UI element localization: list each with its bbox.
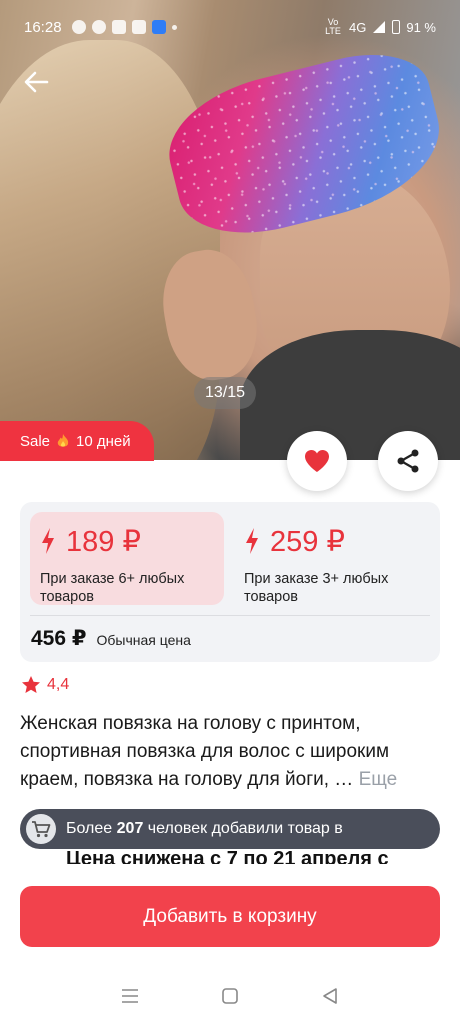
price-tier-bulk-6[interactable]: 189 ₽ При заказе 6+ любых товаров bbox=[30, 512, 224, 605]
status-time: 16:28 bbox=[24, 18, 62, 36]
social-proof-count: 207 bbox=[116, 820, 144, 837]
add-to-cart-button[interactable]: Добавить в корзину bbox=[20, 886, 440, 947]
product-page: 16:28 Vo LTE 4G 91 % 13/15 Sale 10 дней … bbox=[0, 0, 460, 1024]
favorite-button[interactable] bbox=[287, 431, 347, 491]
lightning-icon bbox=[246, 528, 258, 554]
social-proof-suffix: человек добавили товар в bbox=[147, 820, 343, 837]
more-link[interactable]: Еще bbox=[359, 769, 398, 790]
tier-condition: При заказе 3+ любых товаров bbox=[244, 571, 389, 605]
tier-price: 259 ₽ bbox=[244, 524, 432, 558]
signal-icon bbox=[373, 21, 386, 33]
product-title: Женская повязка на голову с принтом, спо… bbox=[20, 710, 444, 794]
sale-badge: Sale 10 дней bbox=[0, 421, 154, 461]
triangle-back-icon bbox=[323, 988, 337, 1004]
nav-back-button[interactable] bbox=[315, 981, 345, 1011]
app-icon bbox=[131, 20, 146, 34]
status-bar: 16:28 Vo LTE 4G 91 % bbox=[0, 0, 460, 54]
shield-icon bbox=[151, 20, 166, 34]
home-square-icon bbox=[222, 988, 238, 1004]
sale-label: Sale bbox=[20, 432, 51, 450]
price-card: 189 ₽ При заказе 6+ любых товаров 259 ₽ … bbox=[20, 502, 440, 662]
price-divider bbox=[30, 615, 430, 616]
cart-icon-wrap bbox=[26, 814, 56, 844]
dot-icon bbox=[171, 24, 177, 30]
sale-days: 10 дней bbox=[76, 432, 131, 450]
regular-price: 456 ₽ Обычная цена bbox=[31, 626, 191, 651]
arrow-left-icon bbox=[24, 71, 49, 93]
fire-icon bbox=[57, 434, 69, 447]
status-right: Vo LTE 4G 91 % bbox=[323, 18, 436, 36]
tier-price-value: 189 ₽ bbox=[66, 525, 141, 558]
product-title-text: Женская повязка на голову с принтом, спо… bbox=[20, 713, 390, 790]
nav-home-button[interactable] bbox=[215, 981, 245, 1011]
volte-indicator: Vo LTE bbox=[325, 17, 341, 36]
battery-icon bbox=[392, 20, 401, 34]
nav-menu-button[interactable] bbox=[115, 981, 145, 1011]
rating-value: 4,4 bbox=[47, 675, 70, 693]
tier-price-value: 259 ₽ bbox=[270, 525, 345, 558]
app-icon bbox=[111, 20, 126, 34]
star-icon bbox=[22, 676, 40, 693]
menu-icon bbox=[122, 989, 138, 1003]
battery-level: 91 % bbox=[406, 19, 436, 35]
notification-icons bbox=[71, 20, 177, 34]
heart-icon bbox=[305, 450, 329, 472]
app-icon bbox=[91, 20, 106, 34]
price-tier-bulk-3[interactable]: 259 ₽ При заказе 3+ любых товаров bbox=[234, 512, 432, 606]
product-rating[interactable]: 4,4 bbox=[21, 675, 69, 694]
social-proof-text: Более 207 человек добавили товар в bbox=[66, 820, 343, 838]
social-proof-prefix: Более bbox=[66, 820, 113, 837]
regular-price-value: 456 ₽ bbox=[31, 627, 87, 650]
bottom-bar: Добавить в корзину bbox=[0, 864, 460, 1024]
system-navigation-bar bbox=[0, 974, 460, 1018]
network-indicator: 4G bbox=[349, 19, 367, 35]
regular-price-label: Обычная цена bbox=[96, 632, 191, 648]
lightning-icon bbox=[42, 528, 54, 554]
share-button[interactable] bbox=[378, 431, 438, 491]
whatsapp-icon bbox=[71, 20, 86, 34]
cart-icon bbox=[32, 821, 51, 838]
back-button[interactable] bbox=[18, 64, 54, 100]
share-icon bbox=[397, 449, 419, 473]
tier-condition: При заказе 6+ любых товаров bbox=[40, 571, 185, 605]
image-hair bbox=[0, 40, 220, 460]
image-counter: 13/15 bbox=[194, 377, 257, 409]
social-proof-banner: Более 207 человек добавили товар в bbox=[20, 809, 440, 849]
tier-price: 189 ₽ bbox=[40, 524, 224, 558]
